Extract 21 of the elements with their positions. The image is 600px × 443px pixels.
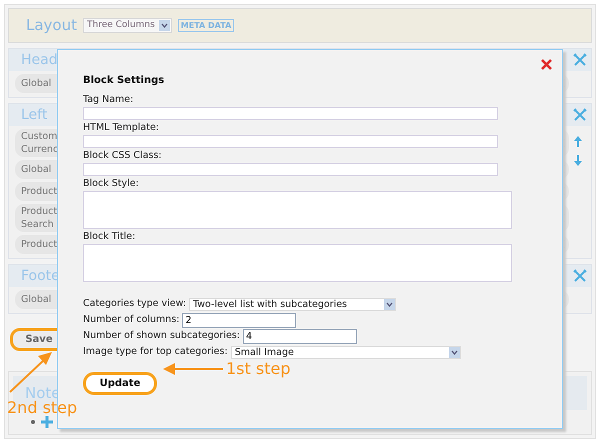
field-label: Block CSS Class: — [83, 150, 163, 162]
field-label: Image type for top categories: — [83, 346, 228, 358]
field-label: HTML Template: — [83, 122, 160, 134]
annotation-text: 1st step — [226, 359, 290, 378]
field-label: Block Title: — [83, 231, 136, 243]
input-field[interactable]: 4 — [242, 328, 357, 344]
layout-select[interactable]: Three Columns — [83, 18, 172, 33]
annotation-text: 2nd step — [7, 398, 78, 417]
layout-label: Layout — [26, 16, 77, 34]
section-title: Left — [21, 106, 48, 123]
field-label: Categories type view: — [83, 298, 186, 310]
field-label: Block Style: — [83, 178, 140, 190]
dialog-title: Block Settings — [83, 75, 166, 86]
field-label: Tag Name: — [83, 94, 134, 106]
update-button[interactable]: Update — [83, 372, 157, 395]
input-field[interactable]: 2 — [182, 312, 296, 328]
section-title: Head — [21, 52, 58, 68]
select-field[interactable]: Two-level list with subcategories — [189, 298, 396, 310]
select-field[interactable]: Small Image — [230, 346, 461, 358]
field-label: Number of shown subcategories: — [83, 330, 240, 342]
field-label: Number of columns: — [83, 314, 180, 326]
